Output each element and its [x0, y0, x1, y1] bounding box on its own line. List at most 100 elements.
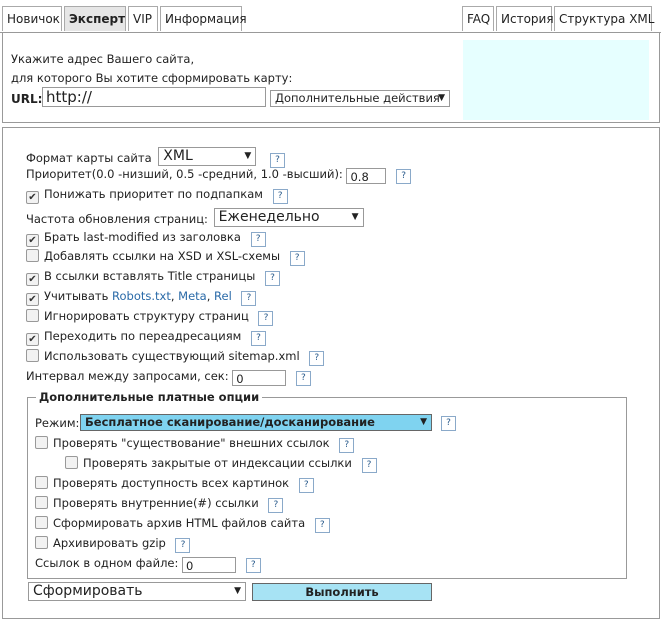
help-icon[interactable]: ?	[250, 331, 266, 346]
extra-actions-select[interactable]: Дополнительные действия ▼	[270, 90, 450, 107]
url-label: URL:	[11, 92, 43, 106]
consider-checkbox[interactable]: ✔	[26, 293, 39, 306]
preview-area	[463, 40, 649, 120]
xsd-label: Добавлять ссылки на XSD и XSL-схемы	[44, 249, 281, 263]
freq-row: Частота обновления страниц: Еженедельно …	[26, 208, 364, 227]
lower-priority-row: ✔ Понижать приоритет по подпапкам ?	[26, 187, 288, 204]
help-icon[interactable]: ?	[314, 518, 330, 533]
redirects-checkbox[interactable]: ✔	[26, 333, 39, 346]
help-icon[interactable]: ?	[289, 251, 305, 266]
last-modified-checkbox[interactable]: ✔	[26, 234, 39, 247]
xsd-checkbox[interactable]	[26, 249, 39, 262]
help-icon[interactable]: ?	[441, 416, 456, 431]
tab-expert[interactable]: Эксперт	[64, 6, 126, 31]
tab-bar: Новичок Эксперт VIP Информация FAQ Истор…	[0, 0, 661, 33]
priority-label: Приоритет(0.0 -низший, 0.5 -средний, 1.0…	[26, 167, 343, 181]
help-icon[interactable]: ?	[245, 558, 261, 573]
archive-html-row: Сформировать архив HTML файлов сайта ?	[35, 516, 330, 533]
freq-value: Еженедельно	[218, 209, 320, 225]
links-per-file-input[interactable]: 0	[182, 557, 237, 573]
rel-link[interactable]: Rel	[214, 289, 232, 303]
mode-label: Режим:	[35, 416, 80, 430]
help-icon[interactable]: ?	[175, 538, 191, 553]
last-modified-row: ✔ Брать last-modified из заголовка ?	[26, 230, 266, 247]
tab-history[interactable]: История	[496, 6, 554, 31]
freq-label: Частота обновления страниц:	[26, 212, 208, 226]
format-row: Формат карты сайта XML ▼ ?	[26, 147, 285, 168]
help-icon[interactable]: ?	[250, 232, 266, 247]
ignore-structure-checkbox[interactable]	[26, 309, 39, 322]
format-select[interactable]: XML ▼	[158, 147, 257, 166]
check-images-label: Проверять доступность всех картинок	[53, 476, 290, 490]
help-icon[interactable]: ?	[295, 371, 311, 386]
consider-row: ✔ Учитывать Robots.txt, Meta, Rel ?	[26, 289, 257, 306]
help-icon[interactable]: ?	[361, 458, 377, 473]
action-select[interactable]: Сформировать ▼	[28, 582, 246, 601]
check-closed-row: Проверять закрытые от индексации ссылки …	[65, 456, 377, 473]
check-external-checkbox[interactable]	[35, 436, 48, 449]
help-icon[interactable]: ?	[339, 438, 355, 453]
robots-link[interactable]: Robots.txt	[112, 289, 171, 303]
tab-faq[interactable]: FAQ	[462, 6, 494, 31]
links-per-file-row: Ссылок в одном файле: 0 ?	[35, 556, 261, 573]
sitemap-checkbox[interactable]	[26, 349, 39, 362]
check-images-checkbox[interactable]	[35, 476, 48, 489]
help-icon[interactable]: ?	[396, 169, 412, 184]
freq-select[interactable]: Еженедельно ▼	[213, 208, 364, 227]
tab-xml-structure[interactable]: Структура XML	[554, 6, 654, 31]
check-internal-row: Проверять внутренние(#) ссылки ?	[35, 496, 284, 513]
help-icon[interactable]: ?	[268, 498, 284, 513]
help-icon[interactable]: ?	[309, 351, 325, 366]
links-per-file-label: Ссылок в одном файле:	[35, 556, 179, 570]
run-button[interactable]: Выполнить	[252, 583, 432, 601]
interval-label: Интервал между запросами, сек:	[26, 369, 229, 383]
tab-vip[interactable]: VIP	[128, 6, 158, 31]
paid-options-legend: Дополнительные платные опции	[36, 390, 263, 404]
xsd-row: Добавлять ссылки на XSD и XSL-схемы ?	[26, 249, 305, 266]
title-links-row: ✔ В ссылки вставлять Title страницы ?	[26, 269, 280, 286]
meta-link[interactable]: Meta	[178, 289, 207, 303]
chevron-down-icon: ▼	[420, 417, 427, 427]
archive-gzip-checkbox[interactable]	[35, 536, 48, 549]
url-input[interactable]: http://	[42, 87, 266, 107]
tab-novice[interactable]: Новичок	[2, 6, 62, 31]
title-links-checkbox[interactable]: ✔	[26, 273, 39, 286]
help-icon[interactable]: ?	[272, 189, 288, 204]
redirects-label: Переходить по переадресациям	[44, 329, 242, 343]
format-value: XML	[163, 148, 193, 164]
help-icon[interactable]: ?	[241, 291, 257, 306]
url-section: Укажите адрес Вашего сайта, для которого…	[2, 32, 660, 123]
chevron-down-icon: ▼	[244, 151, 252, 161]
last-modified-label: Брать last-modified из заголовка	[44, 230, 241, 244]
title-links-label: В ссылки вставлять Title страницы	[44, 269, 256, 283]
sitemap-row: Использовать существующий sitemap.xml ?	[26, 349, 325, 366]
help-icon[interactable]: ?	[264, 271, 280, 286]
mode-select[interactable]: Бесплатное сканирование/досканирование ▼	[80, 414, 432, 431]
help-icon[interactable]: ?	[298, 478, 314, 493]
check-internal-checkbox[interactable]	[35, 496, 48, 509]
check-closed-label: Проверять закрытые от индексации ссылки	[83, 456, 352, 470]
lower-priority-checkbox[interactable]: ✔	[26, 191, 39, 204]
archive-html-label: Сформировать архив HTML файлов сайта	[53, 516, 306, 530]
format-label: Формат карты сайта	[26, 151, 152, 165]
chevron-down-icon: ▼	[438, 93, 445, 103]
consider-label: Учитывать	[44, 289, 109, 303]
priority-row: Приоритет(0.0 -низший, 0.5 -средний, 1.0…	[26, 167, 412, 184]
priority-input[interactable]: 0.8	[346, 168, 387, 184]
interval-row: Интервал между запросами, сек: 0 ?	[26, 369, 311, 386]
check-internal-label: Проверять внутренние(#) ссылки	[53, 496, 259, 510]
action-select-value: Сформировать	[33, 583, 143, 599]
help-icon[interactable]: ?	[258, 311, 274, 326]
check-images-row: Проверять доступность всех картинок ?	[35, 476, 314, 493]
check-closed-checkbox[interactable]	[65, 456, 78, 469]
redirects-row: ✔ Переходить по переадресациям ?	[26, 329, 266, 346]
lower-priority-label: Понижать приоритет по подпапкам	[44, 187, 263, 201]
check-external-row: Проверять "существование" внешних ссылок…	[35, 436, 355, 453]
chevron-down-icon: ▼	[234, 586, 241, 596]
tab-info[interactable]: Информация	[160, 6, 247, 31]
archive-html-checkbox[interactable]	[35, 516, 48, 529]
help-icon[interactable]: ?	[269, 153, 285, 168]
ignore-structure-row: Игнорировать структуру страниц ?	[26, 309, 274, 326]
interval-input[interactable]: 0	[232, 370, 287, 386]
mode-value: Бесплатное сканирование/досканирование	[85, 415, 375, 429]
